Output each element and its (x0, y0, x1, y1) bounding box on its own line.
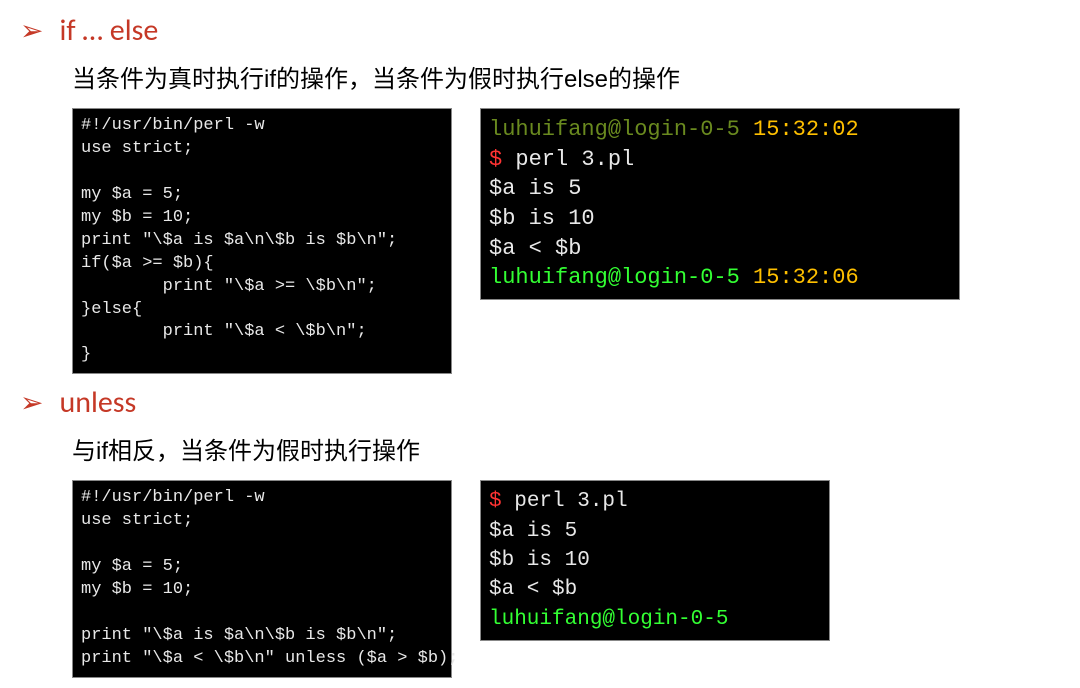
code-source-block: #!/usr/bin/perl -w use strict; my $a = 5… (72, 480, 452, 678)
heading-row: ➢ if … else (30, 12, 1050, 49)
code-output-block: luhuifang@login-0-5 15:32:02 $ perl 3.pl… (480, 108, 960, 300)
code-output-block: $ perl 3.pl $a is 5 $b is 10 $a < $b luh… (480, 480, 830, 641)
chevron-right-icon: ➢ (20, 17, 43, 45)
code-row: #!/usr/bin/perl -w use strict; my $a = 5… (72, 480, 1050, 678)
section-heading: unless (59, 384, 136, 421)
heading-row: ➢ unless (30, 384, 1050, 421)
code-row: #!/usr/bin/perl -w use strict; my $a = 5… (72, 108, 1050, 374)
chevron-right-icon: ➢ (20, 389, 43, 417)
section-unless: ➢ unless 与if相反，当条件为假时执行操作 #!/usr/bin/per… (30, 384, 1050, 678)
section-if-else: ➢ if … else 当条件为真时执行if的操作，当条件为假时执行else的操… (30, 12, 1050, 374)
code-source-block: #!/usr/bin/perl -w use strict; my $a = 5… (72, 108, 452, 374)
section-heading: if … else (59, 12, 158, 49)
section-description: 当条件为真时执行if的操作，当条件为假时执行else的操作 (72, 59, 1050, 94)
section-description: 与if相反，当条件为假时执行操作 (72, 431, 1050, 466)
